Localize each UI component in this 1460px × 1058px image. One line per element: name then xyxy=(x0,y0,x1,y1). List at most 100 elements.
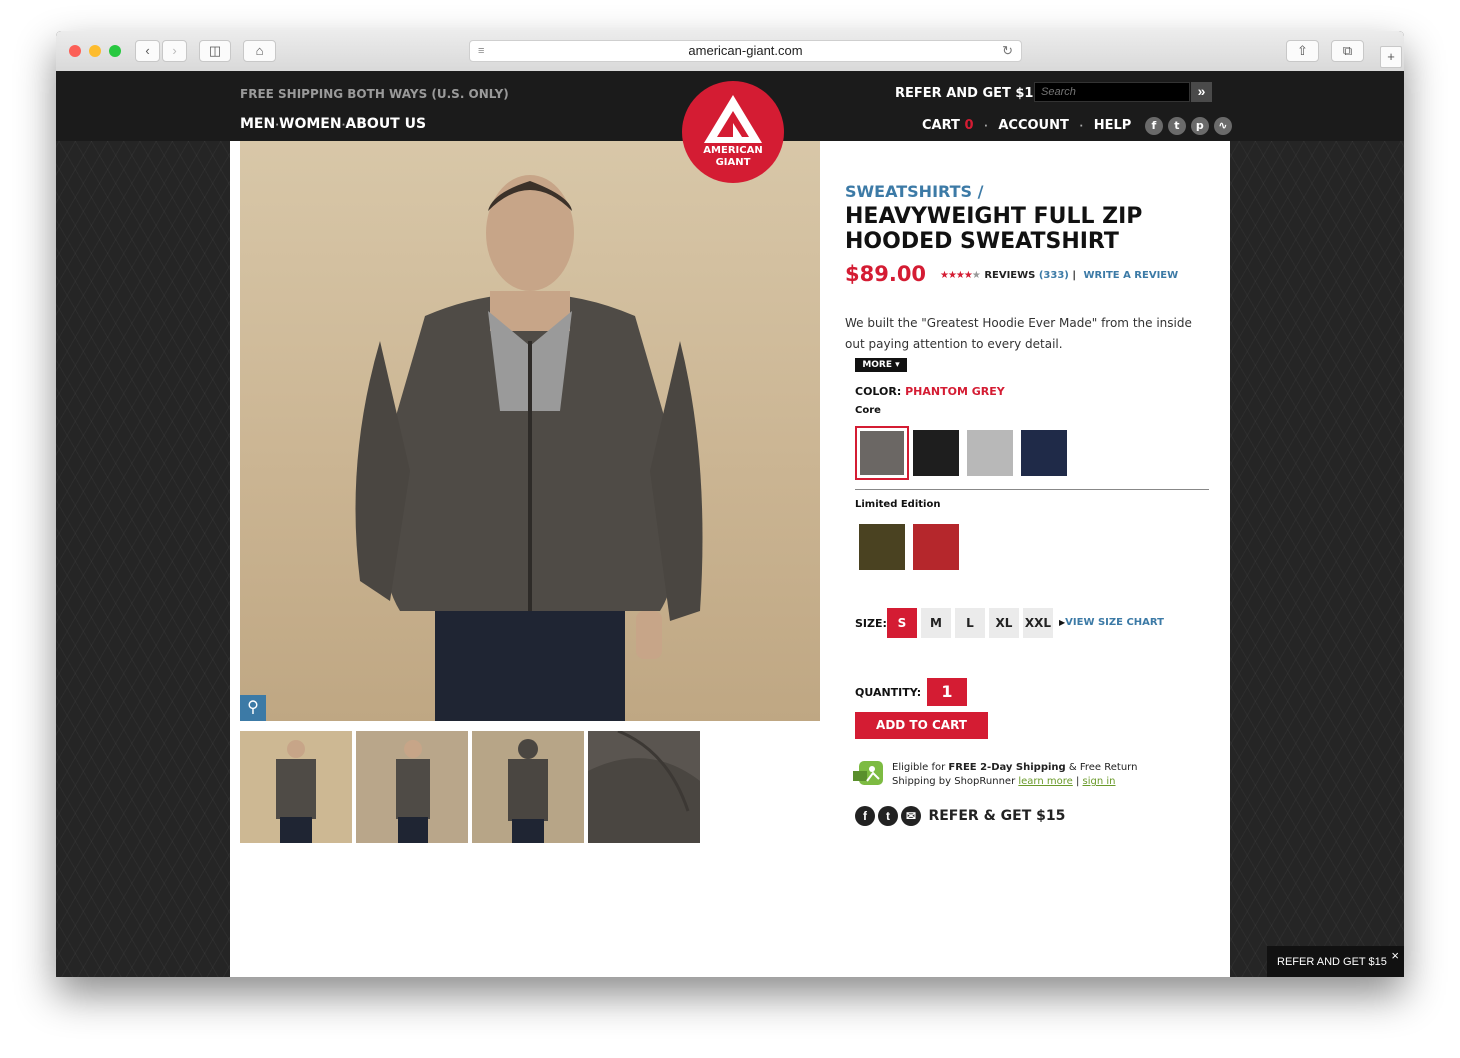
product-main-image[interactable]: ⚲ xyxy=(240,141,820,721)
thumbnail-front[interactable] xyxy=(240,731,352,843)
empty-star-icon: ★ xyxy=(971,270,981,281)
zoom-icon[interactable]: ⚲ xyxy=(240,695,266,721)
write-review-link[interactable]: WRITE A REVIEW xyxy=(1084,270,1179,281)
main-nav: MEN·WOMEN·ABOUT US xyxy=(240,116,427,132)
reviews-count[interactable]: (333) xyxy=(1039,270,1069,281)
nav-about-us[interactable]: ABOUT US xyxy=(345,116,426,132)
search-submit-icon[interactable]: » xyxy=(1191,82,1212,102)
learn-more-link[interactable]: learn more xyxy=(1018,776,1072,787)
product-title: HEAVYWEIGHT FULL ZIP HOODED SWEATSHIRT xyxy=(845,204,1142,254)
rating-row: ★★★★★ REVIEWS (333) | WRITE A REVIEW xyxy=(940,270,1179,281)
product-title-line1: HEAVYWEIGHT FULL ZIP xyxy=(845,204,1143,229)
model-photo-icon xyxy=(355,175,703,721)
share-email-icon[interactable]: ✉ xyxy=(901,806,921,826)
logo-text-american: AMERICAN xyxy=(703,145,763,156)
refer-link[interactable]: REFER AND GET $15 xyxy=(895,86,1043,101)
account-link[interactable]: ACCOUNT xyxy=(998,118,1069,133)
swatch-phantom-grey[interactable] xyxy=(855,426,909,480)
category-breadcrumb[interactable]: SWEATSHIRTS / xyxy=(845,182,983,201)
url-text: american-giant.com xyxy=(688,43,803,58)
back-icon[interactable]: ‹ xyxy=(135,40,160,62)
core-label: Core xyxy=(855,405,881,416)
forward-icon[interactable]: › xyxy=(162,40,187,62)
browser-toolbar: ‹ › ◫ ⌂ ≡ american-giant.com ↻ ⇧ ⧉ + xyxy=(56,31,1404,72)
shoprunner-icon xyxy=(853,761,885,789)
thumbnail-side[interactable] xyxy=(356,731,468,843)
more-label: MORE xyxy=(862,360,892,370)
refer-popup-label: REFER AND GET $15 xyxy=(1277,956,1387,968)
quantity-label: QUANTITY: xyxy=(855,686,922,699)
cart-count: 0 xyxy=(964,118,974,133)
close-icon[interactable]: × xyxy=(1391,948,1399,963)
shipping-notice: FREE SHIPPING BOTH WAYS (U.S. ONLY) xyxy=(240,87,509,101)
rss-icon[interactable]: ∿ xyxy=(1213,117,1232,135)
swatch-red[interactable] xyxy=(913,524,959,570)
swatch-navy[interactable] xyxy=(1021,430,1067,476)
zoom-window-button[interactable] xyxy=(109,45,121,57)
size-m-button[interactable]: M xyxy=(921,608,951,638)
more-button[interactable]: MORE ▾ xyxy=(855,358,907,372)
size-chart-label: VIEW SIZE CHART xyxy=(1065,617,1164,628)
swatch-divider xyxy=(855,489,1209,490)
reload-icon[interactable]: ↻ xyxy=(1002,41,1013,61)
thumbnail-back[interactable] xyxy=(472,731,584,843)
address-bar[interactable]: ≡ american-giant.com ↻ xyxy=(469,40,1022,62)
help-link[interactable]: HELP xyxy=(1094,118,1132,133)
refer-share-label[interactable]: REFER & GET $15 xyxy=(928,808,1065,824)
pinterest-icon[interactable]: p xyxy=(1190,117,1209,135)
size-s-button[interactable]: S xyxy=(887,608,917,638)
thumbnail-detail[interactable] xyxy=(588,731,700,843)
tabs-icon[interactable]: ⧉ xyxy=(1331,40,1364,62)
swatch-heather-grey[interactable] xyxy=(967,430,1013,476)
swatch-olive[interactable] xyxy=(859,524,905,570)
color-label: COLOR: xyxy=(855,385,902,398)
color-selection: COLOR: PHANTOM GREY xyxy=(855,385,1005,398)
sidebar-icon[interactable]: ◫ xyxy=(199,40,231,62)
reviews-label[interactable]: REVIEWS xyxy=(984,270,1035,281)
quantity-field[interactable]: 1 xyxy=(927,678,967,706)
shoprunner-bold: FREE 2-Day Shipping xyxy=(948,762,1066,773)
limited-edition-label: Limited Edition xyxy=(855,499,941,510)
sign-in-link[interactable]: sign in xyxy=(1083,776,1116,787)
share-facebook-icon[interactable]: f xyxy=(855,806,875,826)
shoprunner-text: Eligible for FREE 2-Day Shipping & Free … xyxy=(892,762,1138,787)
size-options: S M L XL XXL ▶VIEW SIZE CHART xyxy=(887,608,1207,638)
view-size-chart-link[interactable]: ▶VIEW SIZE CHART xyxy=(1059,617,1164,628)
reader-icon[interactable]: ≡ xyxy=(478,41,484,61)
rating-stars-icon: ★★★★ xyxy=(940,270,973,281)
size-xl-button[interactable]: XL xyxy=(989,608,1019,638)
product-description: We built the "Greatest Hoodie Ever Made"… xyxy=(845,316,1192,351)
facebook-icon[interactable]: f xyxy=(1144,117,1163,135)
refer-popup[interactable]: REFER AND GET $15 × xyxy=(1267,946,1404,977)
american-giant-logo[interactable]: AMERICAN GIANT xyxy=(682,81,784,183)
minimize-window-button[interactable] xyxy=(89,45,101,57)
web-page: FREE SHIPPING BOTH WAYS (U.S. ONLY) MEN·… xyxy=(56,71,1404,977)
cart-link[interactable]: CART 0 xyxy=(922,118,973,133)
new-tab-icon[interactable]: + xyxy=(1380,46,1402,68)
product-price: $89.00 xyxy=(845,262,927,286)
twitter-icon[interactable]: t xyxy=(1167,117,1186,135)
home-icon[interactable]: ⌂ xyxy=(243,40,276,62)
browser-window: ‹ › ◫ ⌂ ≡ american-giant.com ↻ ⇧ ⧉ + FRE… xyxy=(56,31,1404,977)
search-input[interactable] xyxy=(1034,82,1190,102)
share-twitter-icon[interactable]: t xyxy=(878,806,898,826)
shoprunner-line2: Shipping by ShopRunner xyxy=(892,776,1016,787)
size-xxl-button[interactable]: XXL xyxy=(1023,608,1053,638)
close-window-button[interactable] xyxy=(69,45,81,57)
shoprunner-mid: & Free Return xyxy=(1068,762,1138,773)
share-icon[interactable]: ⇧ xyxy=(1286,40,1319,62)
color-value: PHANTOM GREY xyxy=(905,385,1005,398)
search-box: » xyxy=(1034,82,1212,104)
nav-men[interactable]: MEN xyxy=(240,116,275,132)
add-to-cart-button[interactable]: ADD TO CART xyxy=(855,712,988,739)
product-title-line2: HOODED SWEATSHIRT xyxy=(845,229,1119,254)
logo-text-giant: GIANT xyxy=(715,157,751,168)
size-l-button[interactable]: L xyxy=(955,608,985,638)
account-nav: CART 0 · ACCOUNT · HELP f t p ∿ xyxy=(922,117,1232,135)
nav-women[interactable]: WOMEN xyxy=(279,116,342,132)
product-page: ⚲ SWEATSHIRTS / HEAVYWEIGHT FULL ZIP HOO… xyxy=(230,141,1230,977)
cart-label: CART xyxy=(922,118,960,133)
swatch-black[interactable] xyxy=(913,430,959,476)
shoprunner-prefix: Eligible for xyxy=(892,762,946,773)
caret-down-icon: ▾ xyxy=(895,360,900,370)
